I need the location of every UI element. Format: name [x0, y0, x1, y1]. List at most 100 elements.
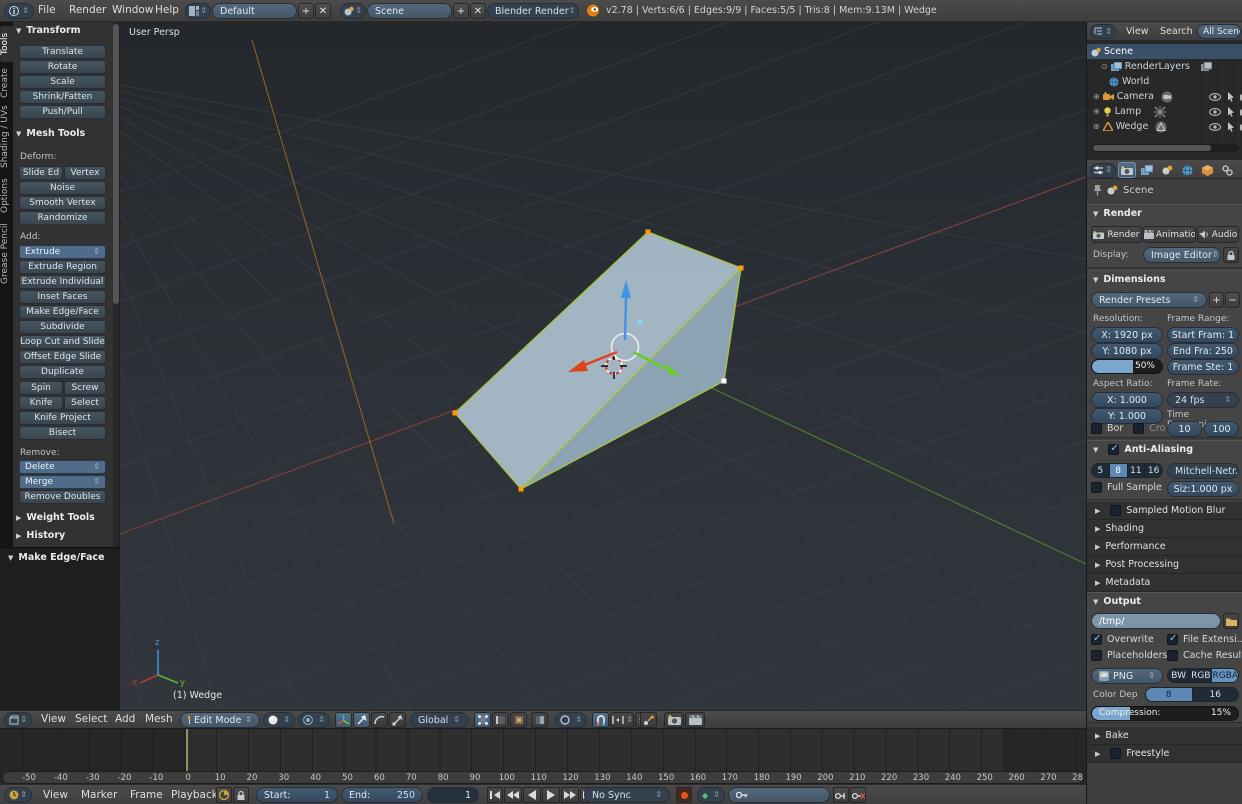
visibility-eye-icon[interactable]	[1209, 93, 1221, 101]
bisect-button[interactable]: Bisect	[19, 426, 106, 440]
output-path-field[interactable]: /tmp/	[1091, 613, 1221, 629]
delete-menu[interactable]: Delete⇕	[19, 460, 106, 474]
outliner-row-renderlayers[interactable]: ⊙ RenderLayers	[1087, 59, 1242, 74]
active-keying-set-field[interactable]	[728, 787, 830, 803]
loop-cut-button[interactable]: Loop Cut and Slide	[19, 335, 106, 349]
editor-type-outliner-button[interactable]: ⇕	[1090, 24, 1116, 39]
color-depth-16[interactable]: 16	[1193, 688, 1239, 701]
tab-render-layers[interactable]	[1138, 162, 1156, 178]
editor-type-view3d-button[interactable]: ⇕	[4, 712, 32, 728]
merge-menu[interactable]: Merge⇕	[19, 475, 106, 489]
scale-button[interactable]: Scale	[19, 75, 106, 89]
play-button[interactable]	[542, 787, 560, 803]
keying-set-type-select[interactable]: ◆⇕	[697, 787, 725, 803]
aa-samples-11[interactable]: 11	[1128, 464, 1146, 477]
file-browse-button[interactable]	[1223, 613, 1239, 629]
slide-edge-button[interactable]: Slide Ed	[19, 166, 63, 180]
timeline-menu-marker[interactable]: Marker	[76, 785, 122, 804]
remove-doubles-button[interactable]: Remove Doubles	[19, 490, 106, 504]
render-animation-button[interactable]: Animatio	[1143, 226, 1196, 243]
aspect-y-field[interactable]: Y: 1.000	[1091, 408, 1163, 424]
manipulator-toggle-button[interactable]	[335, 712, 352, 728]
insert-keyframe-button[interactable]	[833, 787, 849, 803]
inset-faces-button[interactable]: Inset Faces	[19, 290, 106, 304]
menu-view[interactable]: View	[36, 711, 71, 728]
edge-select-mode-button[interactable]	[492, 712, 509, 728]
color-depth-segment[interactable]: 8 16	[1145, 687, 1239, 702]
delete-screen-layout-button[interactable]: ✕	[315, 3, 331, 19]
outliner-row-wedge[interactable]: ⊕ Wedge	[1087, 119, 1242, 134]
panel-header-render[interactable]: Render	[1093, 208, 1142, 219]
knife-button[interactable]: Knife	[19, 396, 63, 410]
outliner-row-lamp[interactable]: ⊕ Lamp	[1087, 104, 1242, 119]
disclosure-icon[interactable]: ⊙	[1101, 62, 1108, 71]
outliner-display-filter[interactable]: All Scenes	[1197, 24, 1241, 39]
visibility-eye-icon[interactable]	[1209, 108, 1221, 116]
manipulator-rotate-button[interactable]	[371, 712, 388, 728]
aa-samples-5[interactable]: 5	[1092, 464, 1110, 477]
selectability-cursor-icon[interactable]	[1227, 92, 1235, 102]
previous-keyframe-button[interactable]	[504, 787, 522, 803]
current-frame-field[interactable]: 1	[427, 787, 479, 803]
jump-to-start-button[interactable]	[487, 787, 503, 803]
frame-rate-select[interactable]: 24 fps⇕	[1167, 392, 1239, 408]
screen-layout-icon-button[interactable]: ⇕	[185, 3, 211, 19]
preview-range-button[interactable]	[216, 787, 232, 803]
randomize-button[interactable]: Randomize	[19, 211, 106, 225]
tab-tools[interactable]: Tools	[0, 26, 13, 62]
selectability-cursor-icon[interactable]	[1227, 107, 1235, 117]
vertex-select-mode-button[interactable]	[474, 712, 491, 728]
color-mode-rgba[interactable]: RGBA	[1212, 669, 1238, 682]
menu-help[interactable]: Help	[150, 0, 184, 21]
resolution-y-field[interactable]: Y: 1080 px	[1091, 343, 1163, 359]
render-animation-button[interactable]	[685, 712, 705, 728]
offset-edge-slide-button[interactable]: Offset Edge Slide	[19, 350, 106, 364]
manipulator-translate-button[interactable]	[353, 712, 370, 728]
outliner-menu-view[interactable]: View	[1121, 22, 1154, 41]
delete-keyframe-button[interactable]	[850, 787, 866, 803]
renderlayer-render-toggle-icon[interactable]	[1201, 62, 1212, 72]
knife-select-button[interactable]: Select	[64, 396, 106, 410]
aa-samples-16[interactable]: 16	[1145, 464, 1162, 477]
antialiasing-checkbox[interactable]	[1108, 444, 1119, 455]
translate-button[interactable]: Translate	[19, 45, 106, 59]
color-mode-rgb[interactable]: RGB	[1190, 669, 1212, 682]
visibility-eye-icon[interactable]	[1209, 123, 1221, 131]
menu-select[interactable]: Select	[70, 711, 112, 728]
outliner-menu-search[interactable]: Search	[1155, 22, 1198, 41]
crop-checkbox[interactable]	[1133, 423, 1144, 434]
pin-icon[interactable]	[1093, 184, 1102, 196]
remove-preset-button[interactable]: −	[1225, 292, 1240, 308]
panel-header-metadata[interactable]: Metadata	[1087, 574, 1242, 592]
viewport-canvas[interactable]	[120, 22, 1086, 710]
menu-render[interactable]: Render	[64, 0, 111, 21]
panel-header-dimensions[interactable]: Dimensions	[1093, 274, 1166, 285]
slide-vertex-button[interactable]: Vertex	[64, 166, 106, 180]
snap-element-button[interactable]: ⇕	[610, 712, 634, 728]
tab-options[interactable]: Options	[0, 174, 13, 218]
tab-modifiers[interactable]	[1238, 162, 1242, 178]
screen-layout-name-field[interactable]: Default	[212, 3, 297, 19]
extrude-individual-button[interactable]: Extrude Individual	[19, 275, 106, 289]
cache-result-checkbox[interactable]	[1167, 650, 1178, 661]
end-frame-field[interactable]: End:250	[341, 787, 423, 803]
tab-scene-properties[interactable]	[1158, 162, 1176, 178]
start-frame-field[interactable]: Start Fram: 1	[1167, 327, 1239, 343]
resolution-percentage-slider[interactable]: 50%	[1091, 359, 1163, 374]
frame-step-field[interactable]: Frame Ste: 1	[1167, 359, 1239, 375]
outliner-row-scene[interactable]: Scene	[1087, 44, 1242, 59]
aa-filter-size-field[interactable]: Siz:1.000 px	[1167, 481, 1239, 497]
snap-toggle-button[interactable]	[592, 712, 609, 728]
timeline-menu-view[interactable]: View	[38, 785, 73, 804]
color-mode-bw[interactable]: BW	[1168, 669, 1190, 682]
proportional-edit-select[interactable]: ⇕	[555, 712, 587, 728]
file-format-select[interactable]: PNG⇕	[1091, 668, 1163, 684]
current-frame-line[interactable]	[186, 729, 188, 771]
outliner-row-camera[interactable]: ⊕ Camera	[1087, 89, 1242, 104]
delete-scene-button[interactable]: ✕	[470, 3, 486, 19]
extrude-region-button[interactable]: Extrude Region	[19, 260, 106, 274]
knife-project-button[interactable]: Knife Project	[19, 411, 106, 425]
expand-icon[interactable]: ⊕	[1093, 122, 1100, 131]
render-still-button[interactable]: Render	[1091, 226, 1142, 243]
panel-header-post-processing[interactable]: Post Processing	[1087, 556, 1242, 574]
